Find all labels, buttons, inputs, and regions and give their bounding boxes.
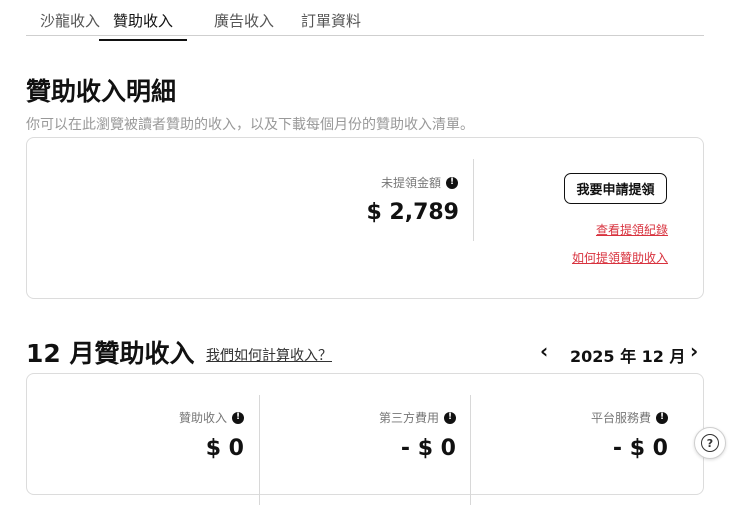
stat-label-platform-fee: 平台服務費 !: [591, 409, 668, 426]
stat-divider: [470, 395, 471, 505]
unwithdrawn-amount: $ 2,789: [366, 200, 459, 225]
stat-divider: [259, 395, 260, 505]
page-title: 贊助收入明細: [26, 77, 177, 106]
how-we-calculate-link[interactable]: 我們如何計算收入？: [206, 345, 332, 365]
page-subtitle: 你可以在此瀏覽被讀者贊助的收入，以及下載每個月份的贊助收入清單。: [26, 117, 474, 133]
withdraw-summary-card: 未提領金額 ! $ 2,789 我要申請提領 查看提領紀錄 如何提領贊助收入: [26, 137, 704, 299]
request-withdraw-button[interactable]: 我要申請提領: [564, 173, 667, 204]
stat-label-third-party-fee: 第三方費用 !: [379, 409, 456, 426]
tab-ad-income[interactable]: 廣告收入: [214, 10, 274, 39]
help-icon: ?: [701, 434, 719, 452]
monthly-stats-card: 贊助收入 ! $ 0 第三方費用 ! - $ 0 平台服務費 ! - $ 0: [26, 373, 704, 505]
info-icon[interactable]: !: [656, 411, 668, 424]
help-button[interactable]: ?: [694, 427, 726, 459]
tab-order-data[interactable]: 訂單資料: [301, 10, 361, 39]
summary-divider: [473, 159, 474, 241]
stat-value-third-party-fee: - $ 0: [400, 436, 456, 461]
month-navigator: ‹ 2025 年 12 月 ›: [540, 340, 704, 366]
tab-sponsor-income[interactable]: 贊助收入: [99, 10, 188, 41]
stat-value-sponsor-income: $ 0: [205, 436, 244, 461]
stat-value-platform-fee: - $ 0: [612, 436, 668, 461]
withdraw-history-link[interactable]: 查看提領紀錄: [596, 221, 668, 238]
how-to-withdraw-link[interactable]: 如何提領贊助收入: [572, 249, 668, 266]
unwithdrawn-label: 未提領金額 !: [381, 174, 458, 191]
current-month-label: 2025 年 12 月: [570, 347, 686, 366]
stat-label-sponsor-income: 贊助收入 !: [179, 409, 244, 426]
tab-salon-income[interactable]: 沙龍收入: [40, 10, 100, 39]
info-icon[interactable]: !: [444, 411, 456, 424]
tab-bar: 沙龍收入 贊助收入 廣告收入 訂單資料: [26, 0, 704, 41]
chevron-left-icon[interactable]: ‹: [540, 340, 548, 362]
info-icon[interactable]: !: [446, 176, 458, 189]
chevron-right-icon[interactable]: ›: [690, 340, 698, 362]
monthly-income-title: 12 月贊助收入: [26, 339, 195, 368]
info-icon[interactable]: !: [232, 411, 244, 424]
